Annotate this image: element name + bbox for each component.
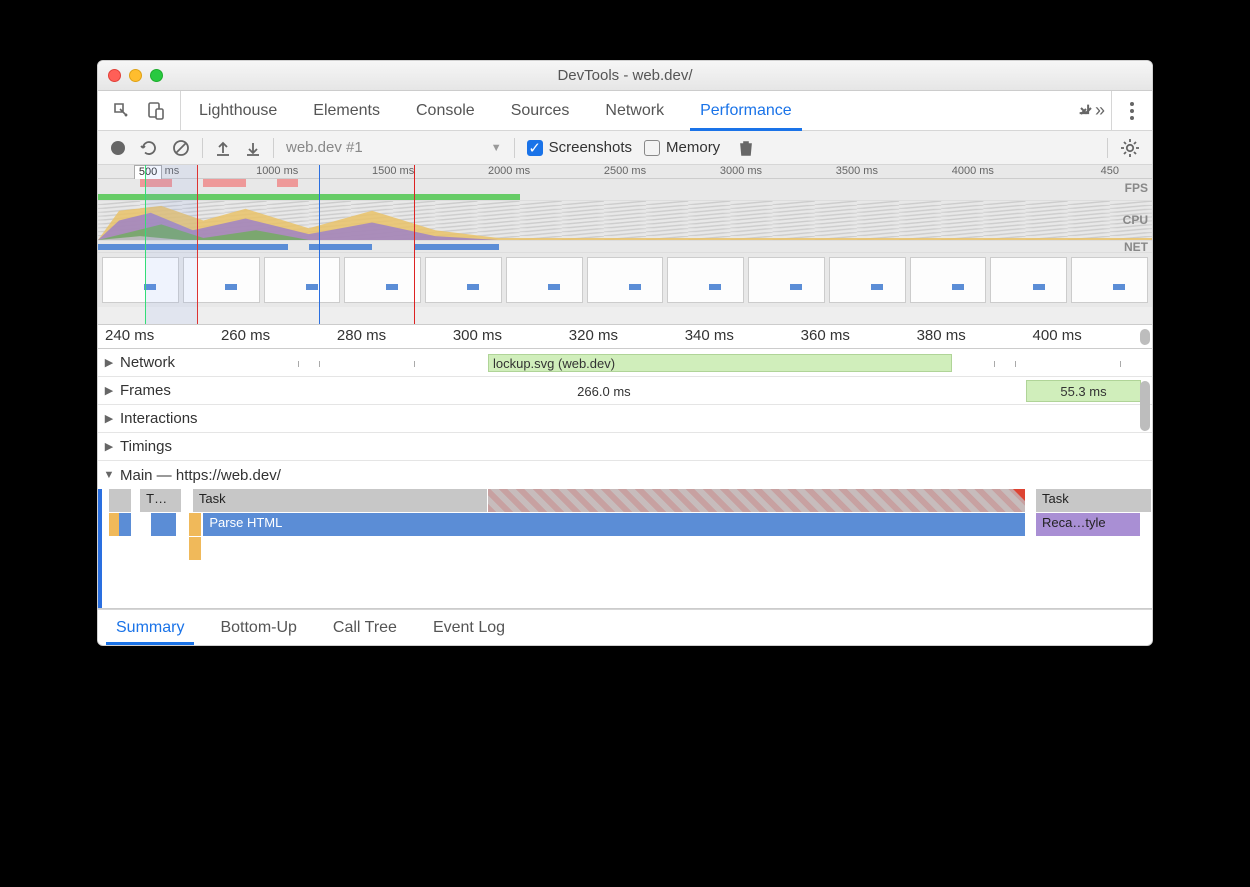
task-block[interactable]: Task [1036,489,1152,513]
screenshot-thumb [910,257,987,303]
task-long-block[interactable] [488,489,1026,513]
track-label: Main — https://web.dev/ [120,467,281,484]
tab-performance[interactable]: Performance [682,91,810,130]
tabs-overflow-icon[interactable]: » [1071,91,1111,130]
overview-selection[interactable] [145,165,198,324]
panel-tabs: Lighthouse Elements Console Sources Netw… [181,91,1071,130]
tab-call-tree[interactable]: Call Tree [315,610,415,645]
disclosure-icon: ▶ [102,440,116,453]
checkbox-unchecked-icon [644,140,660,156]
screenshot-thumb [264,257,341,303]
flame-block[interactable] [151,513,177,537]
track-label: Interactions [120,410,198,427]
load-profile-icon[interactable] [215,139,231,157]
overview-net: NET [98,241,1152,253]
flame-block[interactable] [189,537,202,561]
disclosure-icon: ▶ [102,384,116,397]
screenshot-thumb [748,257,825,303]
task-block[interactable]: T… [140,489,182,513]
collect-garbage-icon[interactable] [738,139,754,157]
screenshots-checkbox[interactable]: ✓ Screenshots [527,139,632,156]
scrollbar-thumb[interactable] [1140,329,1150,345]
overview-ruler: 500 ms 1000 ms 1500 ms 2000 ms 2500 ms 3… [98,165,1152,179]
detail-ruler: 240 ms 260 ms 280 ms 300 ms 320 ms 340 m… [98,325,1152,349]
clear-icon[interactable] [172,139,190,157]
frame-bar[interactable]: 266.0 ms [193,380,1015,402]
overview-pane[interactable]: 500 ms 1000 ms 1500 ms 2000 ms 2500 ms 3… [98,165,1152,325]
flame-block[interactable] [119,513,132,537]
frame-bar[interactable]: 55.3 ms [1026,380,1142,402]
tab-lighthouse[interactable]: Lighthouse [181,91,295,130]
marker-blue [319,165,320,324]
track-timings[interactable]: ▶ Timings [98,433,1152,461]
recalculate-style-block[interactable]: Reca…tyle [1036,513,1141,537]
tab-network[interactable]: Network [587,91,682,130]
task-block[interactable]: Task [193,489,488,513]
screenshot-thumb [587,257,664,303]
overview-fps: FPS [98,179,1152,201]
window-title: DevTools - web.dev/ [98,67,1152,84]
save-profile-icon[interactable] [245,139,261,157]
recording-name: web.dev #1 [286,139,363,156]
checkbox-checked-icon: ✓ [527,140,543,156]
recording-selector[interactable]: web.dev #1 ▼ [286,139,502,156]
titlebar: DevTools - web.dev/ [98,61,1152,91]
panel-tab-strip: Lighthouse Elements Console Sources Netw… [98,91,1152,131]
screenshot-thumb [1071,257,1148,303]
record-icon[interactable] [110,140,126,156]
overview-screenshots [98,253,1152,307]
screenshot-thumb [829,257,906,303]
devtools-window: DevTools - web.dev/ Lighthouse Elements … [97,60,1153,646]
tab-bottom-up[interactable]: Bottom-Up [202,610,314,645]
dropdown-icon: ▼ [491,142,502,154]
inspect-icon[interactable] [112,101,132,121]
track-label: Timings [120,438,172,455]
screenshot-thumb [506,257,583,303]
device-toggle-icon[interactable] [146,101,166,121]
track-main-header[interactable]: ▼ Main — https://web.dev/ [98,461,1152,489]
performance-toolbar: web.dev #1 ▼ ✓ Screenshots Memory [98,131,1152,165]
flame-block[interactable] [189,513,202,537]
memory-checkbox[interactable]: Memory [644,139,720,156]
settings-icon[interactable] [1120,138,1140,158]
details-tab-strip: Summary Bottom-Up Call Tree Event Log [98,609,1152,645]
parse-html-block[interactable]: Parse HTML [203,513,1025,537]
screenshots-label: Screenshots [549,139,632,156]
tab-elements[interactable]: Elements [295,91,398,130]
screenshot-thumb [990,257,1067,303]
screenshot-thumb [667,257,744,303]
tab-sources[interactable]: Sources [493,91,588,130]
tab-summary[interactable]: Summary [98,610,202,645]
kebab-menu-icon[interactable] [1112,91,1152,130]
track-interactions[interactable]: ▶ Interactions [98,405,1152,433]
memory-label: Memory [666,139,720,156]
long-task-warning-icon [1013,489,1025,501]
track-network[interactable]: ▶ Network lockup.svg (web.dev) [98,349,1152,377]
reload-record-icon[interactable] [140,139,158,157]
network-request-bar[interactable]: lockup.svg (web.dev) [488,354,952,372]
disclosure-icon: ▶ [102,356,116,369]
screenshot-thumb [425,257,502,303]
track-frames[interactable]: ▶ Frames 266.0 ms 55.3 ms [98,377,1152,405]
marker-red [414,165,415,324]
track-label: Network [120,354,175,371]
task-block[interactable] [119,489,132,513]
tab-event-log[interactable]: Event Log [415,610,523,645]
screenshot-thumb [344,257,421,303]
track-label: Frames [120,382,171,399]
main-flamechart[interactable]: T… Task Task Parse HTML Reca…tyle [98,489,1152,609]
disclosure-icon: ▼ [102,469,116,481]
disclosure-icon: ▶ [102,412,116,425]
flamechart-pane[interactable]: 240 ms 260 ms 280 ms 300 ms 320 ms 340 m… [98,325,1152,609]
overview-cpu: CPU [98,201,1152,241]
tab-console[interactable]: Console [398,91,493,130]
